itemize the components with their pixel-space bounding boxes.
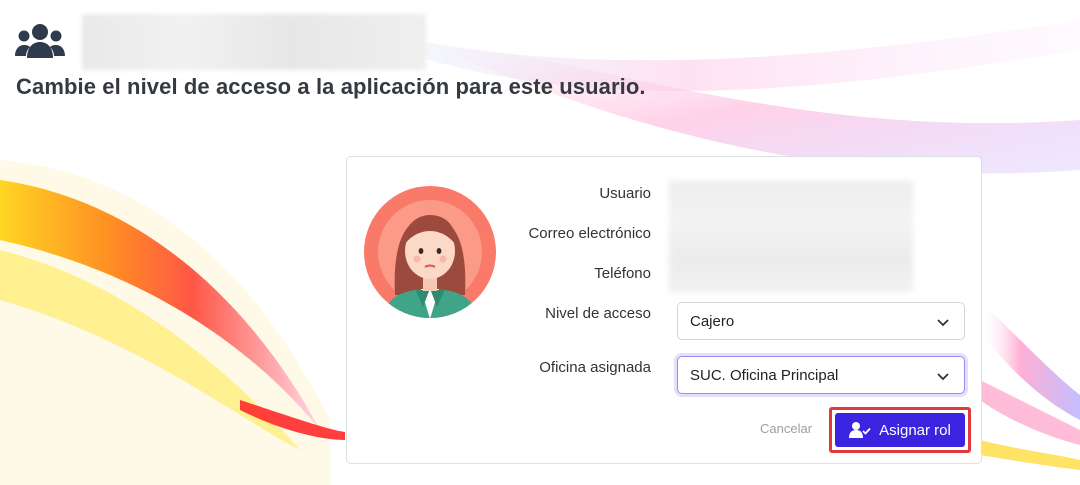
users-icon — [14, 22, 68, 62]
redacted-user-details — [669, 181, 913, 293]
redacted-user-name — [82, 14, 426, 70]
assign-role-highlight: Asignar rol — [829, 407, 971, 453]
page-subtitle: Cambie el nivel de acceso a la aplicació… — [16, 74, 646, 99]
chevron-down-icon — [936, 315, 950, 329]
label-correo: Correo electrónico — [528, 225, 651, 242]
user-role-card: Usuario Correo electrónico Teléfono Nive… — [346, 156, 982, 464]
nivel-acceso-value: Cajero — [690, 312, 735, 330]
cancel-button[interactable]: Cancelar — [760, 421, 812, 436]
assign-role-button[interactable]: Asignar rol — [835, 413, 965, 447]
label-nivel-acceso: Nivel de acceso — [545, 305, 651, 322]
label-usuario: Usuario — [599, 185, 651, 202]
page-header — [14, 14, 426, 70]
assign-role-label: Asignar rol — [879, 421, 951, 439]
chevron-down-icon — [936, 369, 950, 383]
user-check-icon — [849, 421, 871, 439]
label-telefono: Teléfono — [594, 265, 651, 282]
oficina-asignada-select[interactable]: SUC. Oficina Principal — [677, 356, 965, 394]
oficina-asignada-value: SUC. Oficina Principal — [690, 366, 839, 384]
woman-avatar-icon — [363, 185, 497, 319]
nivel-acceso-select[interactable]: Cajero — [677, 302, 965, 340]
label-oficina-asignada: Oficina asignada — [539, 359, 651, 376]
